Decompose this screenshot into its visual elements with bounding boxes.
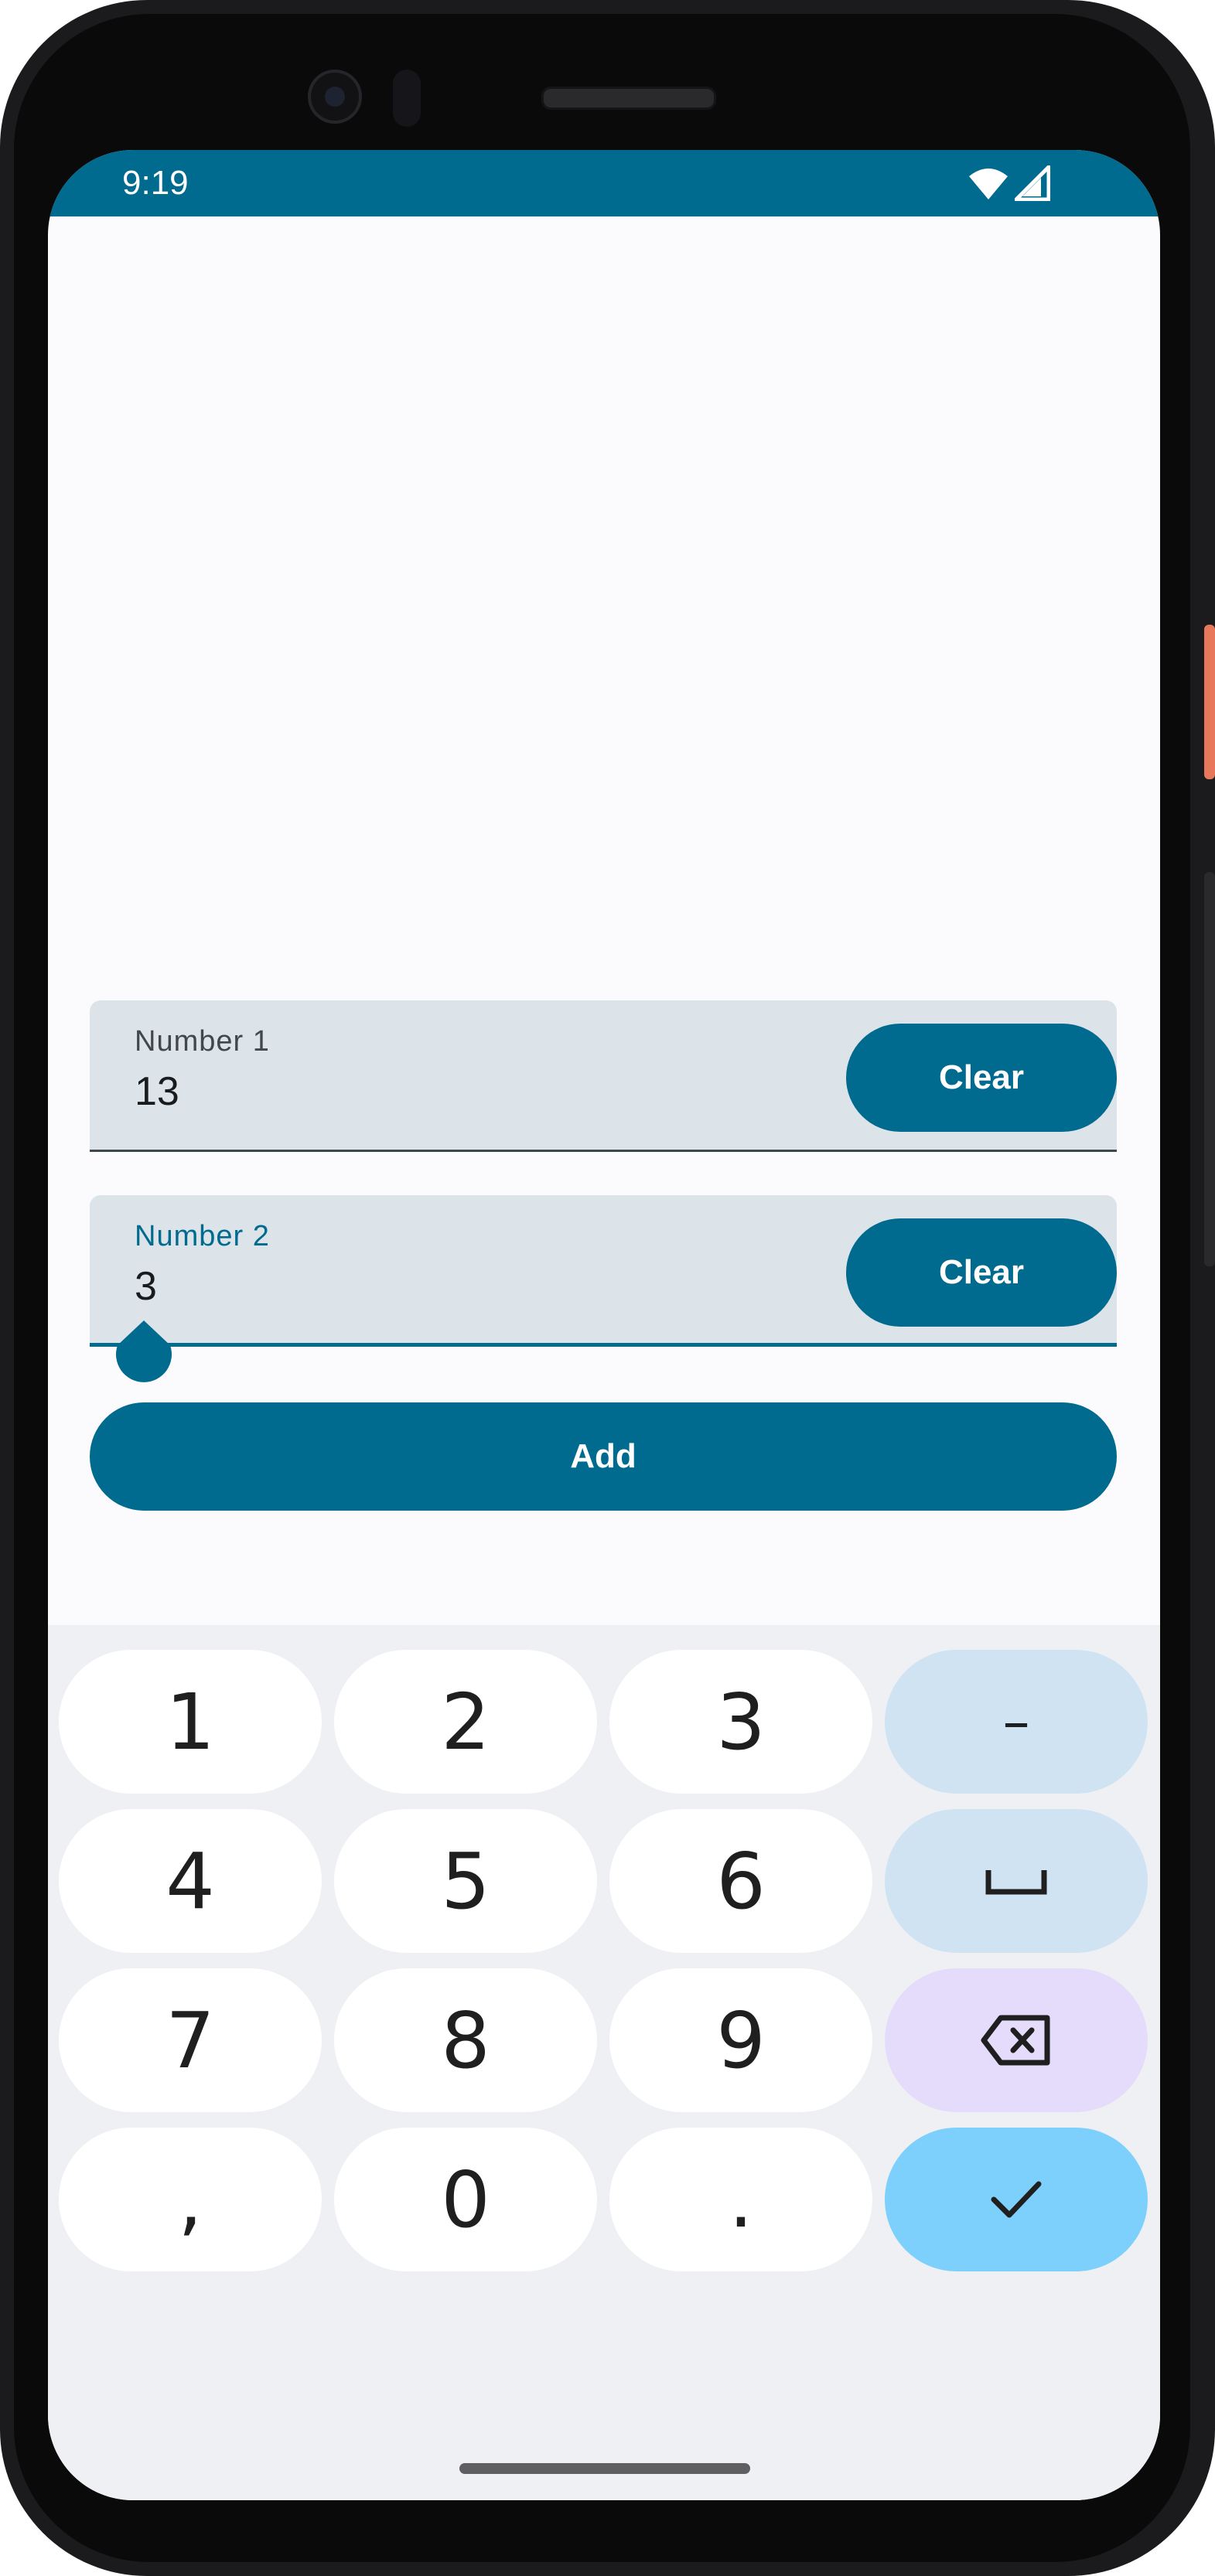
key-1[interactable]: 1 (59, 1650, 322, 1794)
backspace-icon (981, 2015, 1050, 2066)
status-time: 9:19 (122, 164, 189, 202)
phone-frame: 9:19 Number 1 13 Clear Number 2 3 Clear (0, 0, 1215, 2576)
add-button[interactable]: Add (90, 1402, 1117, 1511)
number2-value[interactable]: 3 (135, 1263, 157, 1310)
key-8[interactable]: 8 (334, 1968, 597, 2112)
key-5[interactable]: 5 (334, 1809, 597, 1953)
key-backspace[interactable] (885, 1968, 1148, 2112)
status-bar: 9:19 (48, 150, 1160, 216)
number1-value[interactable]: 13 (135, 1068, 179, 1115)
clear-number1-button[interactable]: Clear (846, 1024, 1117, 1132)
number1-label: Number 1 (135, 1025, 270, 1058)
power-button (1204, 625, 1215, 779)
numeric-keyboard: 1 2 3 – 4 5 6 7 8 9 , 0 . (48, 1625, 1160, 2500)
key-7[interactable]: 7 (59, 1968, 322, 2112)
status-icons (968, 165, 1050, 201)
earpiece-speaker (541, 87, 716, 110)
wifi-icon (969, 169, 1008, 199)
key-2[interactable]: 2 (334, 1650, 597, 1794)
key-9[interactable]: 9 (609, 1968, 872, 2112)
navigation-handle[interactable] (459, 2463, 750, 2474)
sensor-icon (393, 70, 421, 127)
number2-label: Number 2 (135, 1220, 270, 1252)
key-comma[interactable]: , (59, 2128, 322, 2271)
key-3[interactable]: 3 (609, 1650, 872, 1794)
front-camera-icon (308, 70, 362, 124)
cellular-signal-icon (1015, 165, 1050, 201)
volume-button (1204, 872, 1215, 1266)
key-6[interactable]: 6 (609, 1809, 872, 1953)
key-space[interactable] (885, 1809, 1148, 1953)
key-done[interactable] (885, 2128, 1148, 2271)
key-0[interactable]: 0 (334, 2128, 597, 2271)
text-cursor-handle-icon[interactable] (114, 1319, 173, 1389)
key-period[interactable]: . (609, 2128, 872, 2271)
key-4[interactable]: 4 (59, 1809, 322, 1953)
screen: 9:19 Number 1 13 Clear Number 2 3 Clear (48, 150, 1160, 2500)
key-minus[interactable]: – (885, 1650, 1148, 1794)
check-icon (991, 2181, 1042, 2218)
space-icon (985, 1870, 1047, 1895)
clear-number2-button[interactable]: Clear (846, 1218, 1117, 1327)
